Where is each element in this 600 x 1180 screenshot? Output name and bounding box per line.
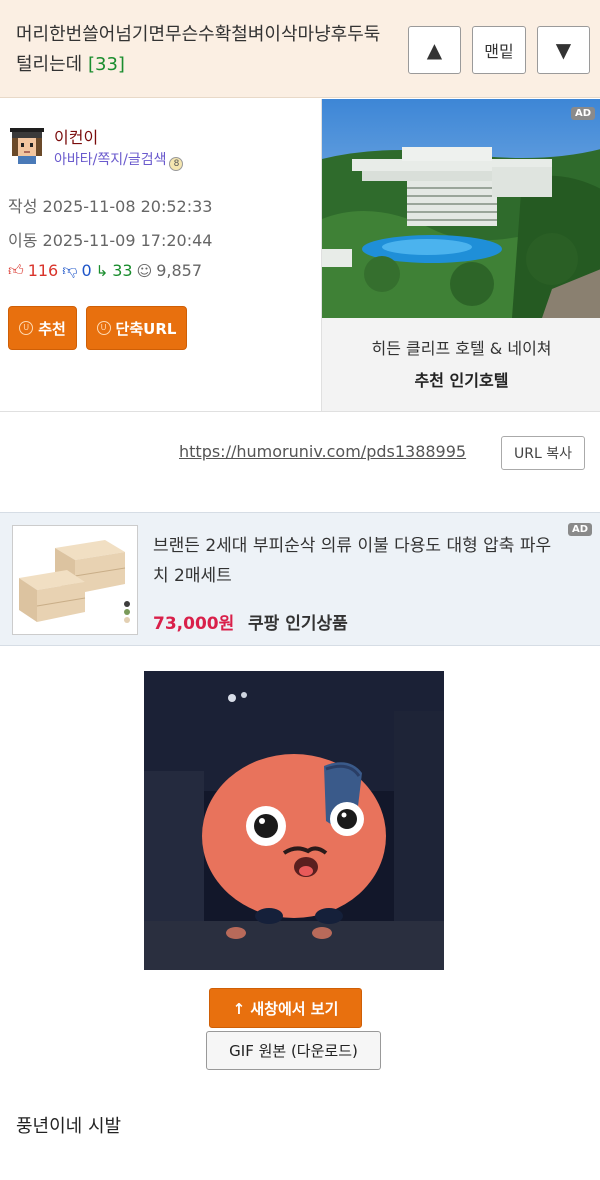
- gif-download-button[interactable]: GIF 원본 (다운로드): [206, 1031, 381, 1070]
- post-title: 머리한번쓸어넘기면무슨수확철벼이삭마냥후두둑털리는데 [33]: [16, 20, 388, 80]
- post-url-link[interactable]: https://humoruniv.com/pds1388995: [179, 442, 466, 461]
- ad-badge: AD: [570, 107, 595, 120]
- post-body-text: 풍년이네 시발: [16, 1116, 122, 1137]
- product-ad[interactable]: 브랜든 2세대 부피순삭 의류 이불 다용도 대형 압축 파우치 2매세트 73…: [0, 512, 600, 646]
- level-icon: 8: [169, 157, 184, 171]
- product-price: 73,000원: [153, 614, 235, 634]
- comment-count[interactable]: [33]: [88, 54, 125, 75]
- coin-icon: U: [19, 321, 34, 335]
- author-links-text[interactable]: 아바타/쪽지/글검색: [54, 152, 166, 168]
- written-value: 2025-11-08 20:52:33: [42, 197, 213, 216]
- hotel-ad-image[interactable]: AD: [322, 99, 600, 318]
- scroll-down-button[interactable]: ▼: [537, 26, 590, 74]
- recommend-label: 추천: [38, 319, 66, 338]
- divider: [0, 411, 600, 412]
- moved-value: 2025-11-09 17:20:44: [42, 231, 213, 250]
- url-copy-button[interactable]: URL 복사: [501, 436, 585, 470]
- hotel-photo: [322, 99, 600, 318]
- author-links[interactable]: 아바타/쪽지/글검색 8: [54, 149, 184, 171]
- scroll-bottom-button[interactable]: 맨밑: [472, 26, 526, 74]
- author-nickname[interactable]: 이컨이: [54, 124, 98, 148]
- post-title-text: 머리한번쓸어넘기면무슨수확철벼이삭마냥후두둑털리는데: [16, 24, 381, 75]
- written-date: 작성 2025-11-08 20:52:33: [8, 193, 212, 217]
- product-title[interactable]: 브랜든 2세대 부피순삭 의류 이불 다용도 대형 압축 파우치 2매세트: [153, 531, 553, 591]
- post-header: 머리한번쓸어넘기면무슨수확철벼이삭마냥후두둑털리는데 [33] ▲ 맨밑 ▼: [0, 0, 600, 98]
- gif-frame: [144, 671, 444, 970]
- upvote-count: 116: [27, 261, 59, 280]
- moved-date: 이동 2025-11-09 17:20:44: [8, 227, 212, 251]
- share-count: 33: [112, 261, 133, 280]
- hotel-ad[interactable]: AD 히든 클리프 호텔 & 네이쳐 추천 인기호텔: [321, 99, 600, 412]
- product-image[interactable]: [12, 525, 138, 635]
- product-photo: [13, 526, 137, 634]
- scroll-top-button[interactable]: ▲: [408, 26, 461, 74]
- product-store: 쿠팡 인기상품: [248, 614, 348, 634]
- post-stats: 👍︎ 116 👎︎ 0 ↳ 33 ☺ 9,857: [8, 261, 202, 280]
- thumbs-down-icon: 👎︎: [62, 261, 78, 279]
- open-new-window-button[interactable]: ↑ 새창에서 보기: [209, 988, 362, 1028]
- hotel-ad-subtitle[interactable]: 추천 인기호텔: [322, 367, 600, 391]
- downvote-count: 0: [81, 261, 92, 280]
- coin-icon: U: [96, 321, 111, 335]
- written-label: 작성: [8, 197, 38, 216]
- short-url-label: 단축URL: [115, 319, 177, 338]
- views-icon: ☺: [136, 261, 153, 280]
- author-meta: [0, 99, 321, 411]
- moved-label: 이동: [8, 231, 38, 250]
- avatar[interactable]: [8, 126, 46, 164]
- short-url-button[interactable]: U 단축URL: [86, 306, 187, 350]
- share-icon: ↳: [95, 261, 109, 280]
- recommend-button[interactable]: U 추천: [8, 306, 77, 350]
- post-gif[interactable]: [144, 671, 444, 970]
- thumbs-up-icon: 👍︎: [8, 261, 24, 279]
- ad-badge: AD: [567, 523, 592, 536]
- hotel-ad-name[interactable]: 히든 클리프 호텔 & 네이쳐: [322, 335, 600, 359]
- view-count: 9,857: [156, 261, 203, 280]
